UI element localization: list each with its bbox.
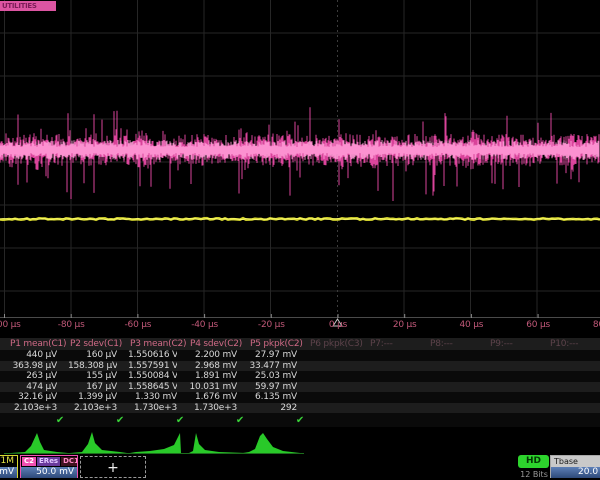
waveform-grid[interactable] (0, 0, 600, 332)
measure-sdev-cell: 1.399 µV (68, 392, 117, 402)
eres-badge: ERes (37, 457, 60, 466)
measure-mean-cell: 363.98 µV (8, 361, 57, 371)
histicon-p2[interactable] (70, 430, 127, 454)
measure-max-cell: 474 µV (8, 382, 57, 392)
parameter-header-3[interactable]: P3 mean(C2) (130, 339, 186, 349)
status-check-icon: ✔ (128, 415, 184, 426)
measure-min-cell: 155 µV (68, 371, 117, 381)
histogram-shape (243, 433, 300, 454)
measure-num-cell: 1.730e+3 (188, 403, 237, 413)
histogram-shape (70, 432, 127, 454)
measure-max-cell: 10.031 mV (188, 382, 237, 392)
measure-sdev-cell: 32.16 µV (8, 392, 57, 402)
measure-value-cell: 440 µV (8, 350, 57, 360)
measure-num-cell: 2.103e+3 (68, 403, 117, 413)
c2-coupling-label: DC1M (61, 457, 77, 466)
top-left-status-label: UTILITIES (0, 1, 56, 11)
time-axis-label: 20 µs (393, 320, 417, 330)
histogram-shape (11, 433, 68, 454)
status-check-icon: ✔ (188, 415, 244, 426)
histicon-p4[interactable] (189, 430, 246, 454)
time-axis-label: 40 µs (460, 320, 484, 330)
timebase-descriptor-box[interactable]: Tbase 20.0 µs/div (550, 455, 600, 478)
measure-max-cell: 167 µV (68, 382, 117, 392)
time-axis-label: -40 µs (191, 320, 218, 330)
measure-min-cell: 263 µV (8, 371, 57, 381)
hd-mode-badge: HD (518, 455, 549, 468)
c1-descriptor-box[interactable]: DC1M 10.0 mV (0, 455, 18, 478)
parameter-header-7[interactable]: P7:--- (370, 339, 426, 349)
status-check-icon: ✔ (8, 415, 64, 426)
time-axis-label: -100 µs (0, 320, 21, 330)
hd-bits-label: 12 Bits (514, 470, 554, 479)
time-axis-label: -80 µs (58, 320, 85, 330)
parameter-header-6[interactable]: P6 pkpk(C3) (310, 339, 366, 349)
measure-min-cell: 1.891 mV (188, 371, 237, 381)
parameter-header-9[interactable]: P9:--- (490, 339, 546, 349)
status-check-icon: ✔ (68, 415, 124, 426)
measure-num-cell: 1.730e+3 (128, 403, 177, 413)
parameter-header-4[interactable]: P4 sdev(C2) (190, 339, 246, 349)
time-axis-label: 80 µs (593, 320, 600, 330)
measure-num-cell: 2.103e+3 (8, 403, 57, 413)
time-axis-label: -20 µs (258, 320, 285, 330)
parameter-header-1[interactable]: P1 mean(C1) (10, 339, 66, 349)
measure-num-cell: 292 (248, 403, 297, 413)
c1-scale-value: 10.0 mV (0, 467, 17, 478)
timebase-value: 20.0 µs/div (551, 467, 600, 478)
plus-icon: + (107, 460, 119, 476)
c1-coupling-label: DC1M (0, 456, 17, 467)
measure-mean-cell: 2.968 mV (188, 361, 237, 371)
parameter-header-8[interactable]: P8:--- (430, 339, 486, 349)
time-axis-label: 60 µs (526, 320, 550, 330)
measure-sdev-cell: 6.135 mV (248, 392, 297, 402)
c2-descriptor-box[interactable]: C2EResDC1M 50.0 mV (20, 455, 78, 478)
measure-value-cell: 160 µV (68, 350, 117, 360)
parameter-header-2[interactable]: P2 sdev(C1) (70, 339, 126, 349)
histicon-p1[interactable] (11, 430, 68, 454)
c2-scale-value: 50.0 mV (21, 467, 77, 478)
c2-channel-badge: C2 (22, 457, 36, 466)
measure-max-cell: 1.558645 V (128, 382, 177, 392)
measure-sdev-cell: 1.676 mV (188, 392, 237, 402)
measure-mean-cell: 158.308 µV (68, 361, 117, 371)
measure-min-cell: 25.03 mV (248, 371, 297, 381)
histicon-p5[interactable] (243, 430, 300, 454)
measure-mean-cell: 1.557591 V (128, 361, 177, 371)
measure-max-cell: 59.97 mV (248, 382, 297, 392)
parameter-header-5[interactable]: P5 pkpk(C2) (250, 339, 306, 349)
histicon-baseline (4, 453, 304, 454)
time-axis-label: 0 µs (329, 320, 347, 330)
timebase-label: Tbase (551, 456, 600, 467)
measure-value-cell: 27.97 mV (248, 350, 297, 360)
measure-value-cell: 1.550616 V (128, 350, 177, 360)
measure-mean-cell: 33.477 mV (248, 361, 297, 371)
measure-min-cell: 1.550084 V (128, 371, 177, 381)
measure-value-cell: 2.200 mV (188, 350, 237, 360)
histogram-shape (130, 433, 187, 454)
parameter-header-10[interactable]: P10:--- (550, 339, 600, 349)
add-trace-dropzone[interactable]: + (80, 456, 146, 478)
time-axis-label: -60 µs (125, 320, 152, 330)
histicon-p3[interactable] (130, 430, 187, 454)
status-check-icon: ✔ (248, 415, 304, 426)
measure-sdev-cell: 1.330 mV (128, 392, 177, 402)
oscilloscope-screen: UTILITIES -100 µs -80 µs -60 µs -40 µs -20 µ… (0, 0, 600, 480)
histogram-shape (189, 433, 246, 454)
